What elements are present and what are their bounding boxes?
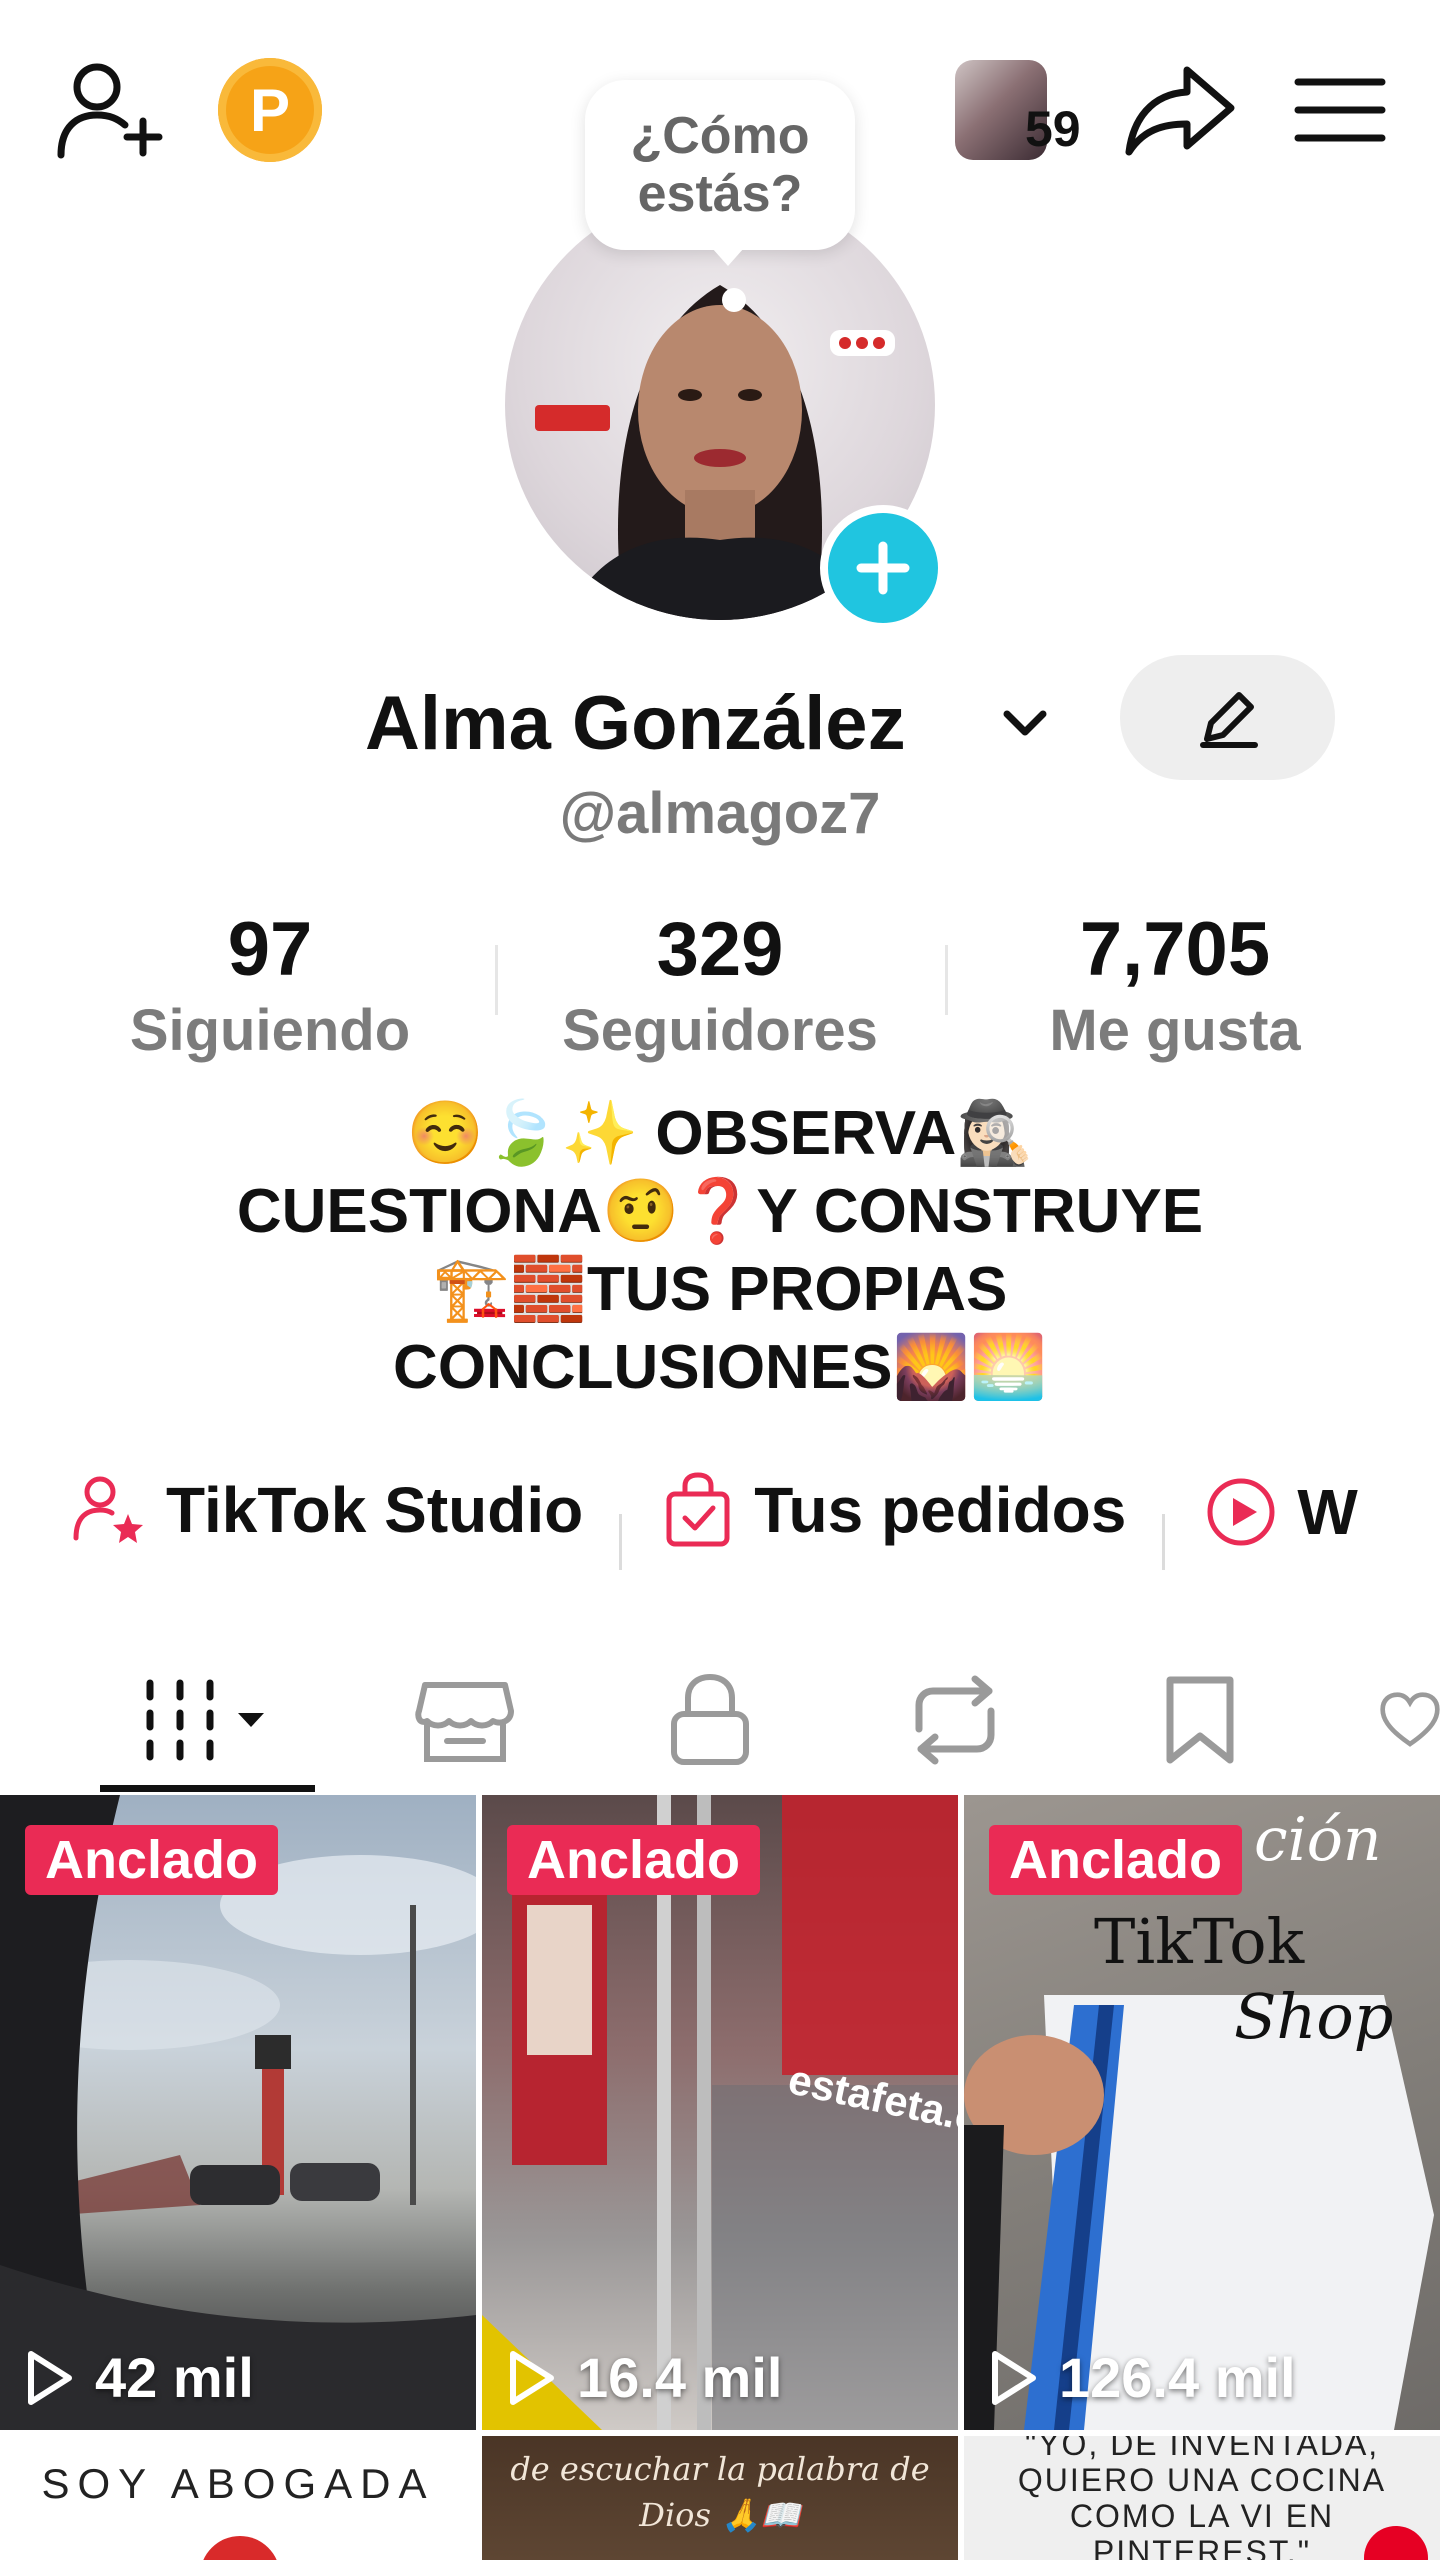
tiktok-studio-label: TikTok Studio [166, 1474, 584, 1546]
overlay-text: SOY ABOGADA [41, 2460, 435, 2507]
view-count: 16.4 mil [507, 2345, 782, 2410]
pinned-badge: Anclado [25, 1825, 279, 1895]
orders-label: Tus pedidos [754, 1474, 1127, 1546]
video-tile[interactable]: SOY ABOGADA [0, 2436, 476, 2560]
overlay-text: "YO, DE INVENTADA, [1024, 2436, 1380, 2462]
grid-icon [146, 1679, 264, 1761]
video-tile[interactable]: "YO, DE INVENTADA, QUIERO UNA COCINA COM… [964, 2436, 1440, 2560]
person-star-icon [70, 1470, 150, 1550]
play-icon [28, 2350, 72, 2405]
quick-link-divider [619, 1513, 623, 1570]
followers-label: Seguidores [562, 998, 878, 1063]
account-switcher-button[interactable] [995, 692, 1055, 752]
coins-button[interactable]: P [218, 58, 322, 162]
overlay-text: COMO LA VI EN [1069, 2498, 1335, 2534]
profile-handle: @almagoz7 [559, 781, 881, 846]
followers-count: 329 [656, 907, 784, 992]
profile-tabs [0, 1640, 1440, 1790]
tab-videos[interactable] [140, 1660, 280, 1780]
tiktok-studio-link[interactable]: TikTok Studio [70, 1470, 583, 1550]
share-profile-button[interactable] [1120, 60, 1240, 160]
share-arrow-icon [1125, 66, 1234, 156]
stat-divider [495, 945, 498, 1015]
profile-bio: ☺️🍃✨ OBSERVA🕵🏻‍♀️ CUESTIONA🤨❓Y CONSTRUYE… [60, 1095, 1380, 1407]
shopping-bag-icon [658, 1470, 738, 1550]
video-tile[interactable]: estafeta.c Anclado 16.4 mil [482, 1795, 958, 2430]
play-circle-icon [1201, 1472, 1281, 1552]
play-icon [510, 2350, 554, 2405]
bio-line: CUESTIONA🤨❓Y CONSTRUYE [236, 1177, 1204, 1246]
add-story-button[interactable] [820, 505, 946, 631]
bio-line: 🏗️🧱TUS PROPIAS [432, 1255, 1008, 1324]
watch-label: W [1297, 1476, 1358, 1548]
menu-button[interactable] [1290, 65, 1390, 155]
plus-icon [856, 541, 910, 595]
repost-icon [915, 1675, 995, 1765]
following-count: 97 [227, 907, 313, 992]
storefront-icon [415, 1682, 514, 1762]
person-plus-icon [57, 63, 163, 159]
view-count-text: 126.4 mil [1059, 2346, 1296, 2409]
video-tile[interactable]: de escuchar la palabra de Dios 🙏📖 [482, 2436, 958, 2560]
hamburger-menu-icon [1294, 78, 1386, 142]
video-tile[interactable]: ción TikTok Shop Anclado 126.4 mil [964, 1795, 1440, 2430]
chevron-down-icon [1003, 710, 1047, 736]
active-tab-indicator [100, 1785, 315, 1792]
tab-private[interactable] [650, 1660, 770, 1780]
tab-liked[interactable] [1380, 1660, 1440, 1780]
view-count-text: 16.4 mil [577, 2346, 783, 2409]
bio-line: CONCLUSIONES🌄🌅 [393, 1333, 1047, 1402]
watch-link[interactable]: W [1201, 1472, 1358, 1552]
view-count-text: 42 mil [95, 2346, 254, 2409]
view-count: 126.4 mil [989, 2345, 1296, 2410]
pencil-icon [1199, 691, 1258, 748]
overlay-text: QUIERO UNA COCINA [1017, 2462, 1387, 2498]
view-count: 42 mil [25, 2345, 254, 2410]
stat-divider [945, 945, 948, 1015]
coin-letter: P [249, 76, 291, 144]
bubble-dot [722, 288, 746, 312]
overlay-text: Dios 🙏📖 [639, 2496, 801, 2534]
edit-profile-button[interactable] [1120, 655, 1335, 780]
add-friend-button[interactable] [50, 55, 170, 165]
friends-count: 59 [1025, 101, 1081, 157]
quick-links-row: TikTok Studio Tus pedidos W [70, 1470, 1440, 1570]
lock-icon [671, 1673, 749, 1765]
heart-shape [200, 2536, 280, 2560]
overlay-script-text: ción [1254, 1805, 1382, 1875]
bio-line: ☺️🍃✨ OBSERVA🕵🏻‍♀️ [406, 1099, 1034, 1168]
likes-label: Me gusta [1049, 998, 1301, 1063]
quick-link-divider [1162, 1513, 1166, 1570]
tab-saved[interactable] [1140, 1660, 1260, 1780]
bookmark-icon [1166, 1676, 1234, 1764]
stat-following[interactable]: 97 Siguiendo [80, 905, 460, 1067]
stat-likes[interactable]: 7,705 Me gusta [985, 905, 1365, 1067]
overlay-text: Shop [1234, 1980, 1394, 2053]
stat-followers[interactable]: 329 Seguidores [530, 905, 910, 1067]
overlay-text: de escuchar la palabra de [510, 2450, 930, 2488]
play-icon [992, 2350, 1036, 2405]
following-label: Siguiendo [129, 998, 411, 1063]
pinned-badge: Anclado [989, 1825, 1243, 1895]
video-tile[interactable]: Anclado 42 mil [0, 1795, 476, 2430]
tab-reposts[interactable] [895, 1660, 1015, 1780]
pinned-badge: Anclado [507, 1825, 761, 1895]
status-bubble-text: ¿Cómo estás? [630, 107, 810, 223]
orders-link[interactable]: Tus pedidos [658, 1470, 1126, 1550]
status-bubble[interactable]: ¿Cómo estás? [585, 80, 855, 250]
bubble-tail [712, 248, 744, 266]
heart-icon [1380, 1692, 1440, 1747]
likes-count: 7,705 [1079, 907, 1271, 992]
profile-name: Alma González [365, 681, 906, 766]
tab-shop[interactable] [405, 1660, 525, 1780]
overlay-text: TikTok [1094, 1905, 1305, 1978]
